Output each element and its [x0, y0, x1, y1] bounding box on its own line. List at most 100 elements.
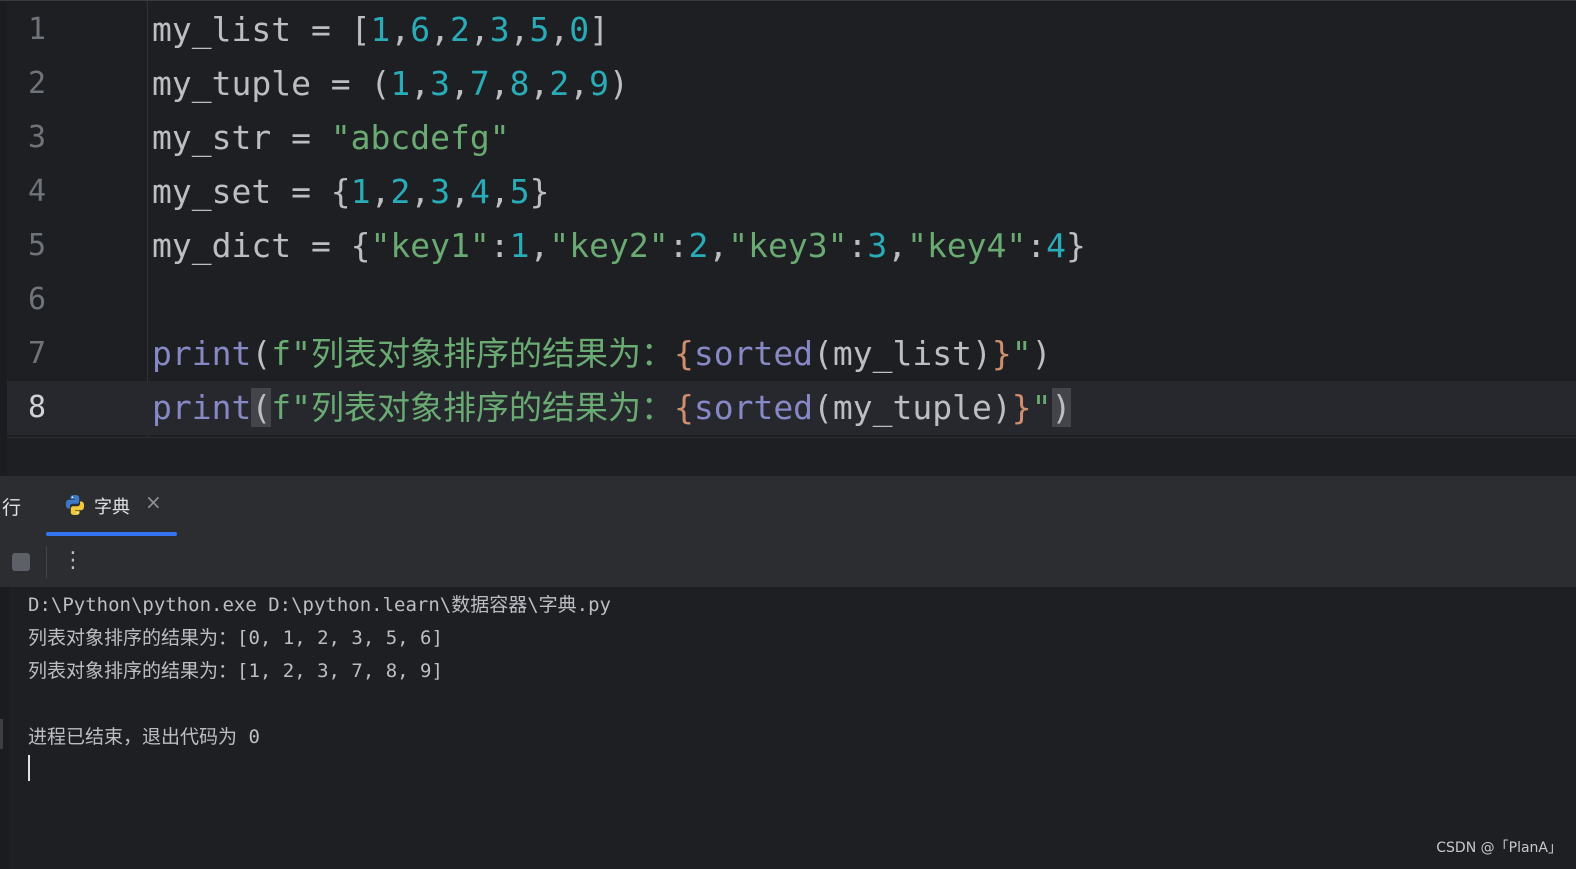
code-token: : — [1026, 226, 1047, 265]
code-token: , — [430, 10, 451, 49]
code-token: 6 — [410, 10, 431, 49]
console-line: D:\Python\python.exe D:\python.learn\数据容… — [28, 594, 611, 616]
code-line[interactable]: 3 my_str = "abcdefg" — [7, 111, 1576, 165]
code-token: } — [1066, 226, 1086, 265]
code-token: 3 — [430, 172, 451, 211]
code-token: , — [569, 64, 590, 103]
code-token: ) — [609, 64, 629, 103]
code-token: 1 — [509, 226, 530, 265]
close-icon[interactable]: × — [145, 490, 162, 514]
code-token: { — [673, 334, 694, 373]
code-token: 7 — [469, 64, 490, 103]
code-token: (my_list) — [813, 334, 992, 373]
code-token: , — [390, 10, 411, 49]
code-text: my_str = "abcdefg" — [152, 111, 510, 165]
line-number: 1 — [27, 12, 47, 47]
line-number: 2 — [27, 66, 47, 101]
code-token: 2 — [549, 64, 570, 103]
code-token: , — [489, 172, 510, 211]
text-caret — [28, 755, 30, 781]
code-token: , — [410, 64, 431, 103]
code-token: 1 — [350, 172, 371, 211]
console-left-strip — [0, 587, 9, 869]
code-token: , — [469, 10, 490, 49]
code-token: "key2" — [549, 226, 669, 265]
code-token: 3 — [489, 10, 510, 49]
code-token: print — [152, 388, 252, 427]
more-options-icon[interactable]: ⋮ — [62, 544, 84, 578]
code-token: "key3" — [728, 226, 848, 265]
code-token: , — [410, 172, 431, 211]
tab-label: 字典 — [94, 497, 130, 518]
code-token: "key4" — [907, 226, 1027, 265]
code-token: ( — [251, 334, 272, 373]
code-token: , — [708, 226, 729, 265]
code-token: my_set = { — [152, 172, 351, 211]
line-number: 7 — [27, 336, 47, 371]
code-line[interactable]: 4 my_set = {1,2,3,4,5} — [7, 165, 1576, 219]
code-token: sorted — [693, 334, 814, 373]
editor-bottom-divider — [7, 437, 1576, 438]
code-token: 0 — [569, 10, 590, 49]
code-token: ) — [1031, 334, 1052, 373]
code-token: } — [1011, 388, 1032, 427]
console-line: 进程已结束，退出代码为 0 — [28, 726, 260, 748]
code-line[interactable]: 6 — [7, 273, 1576, 327]
code-token: 3 — [867, 226, 888, 265]
line-number: 4 — [27, 174, 47, 209]
code-token: , — [370, 172, 391, 211]
code-token: , — [489, 64, 510, 103]
run-tool-window: 行 字典 × ⋮ D:\Python\python.exe D:\python.… — [0, 476, 1576, 869]
code-token: ] — [589, 10, 610, 49]
code-token: 8 — [509, 64, 530, 103]
code-line[interactable]: 8 print(f"列表对象排序的结果为：{sorted(my_tuple)}") — [7, 381, 1576, 435]
tab-zidian[interactable]: 字典 × — [46, 476, 177, 536]
editor-left-strip — [0, 1, 7, 477]
code-token: " — [1011, 334, 1032, 373]
code-line[interactable]: 7 print(f"列表对象排序的结果为：{sorted(my_list)}") — [7, 327, 1576, 381]
line-number: 6 — [27, 282, 47, 317]
code-token: 4 — [1046, 226, 1067, 265]
code-token: , — [529, 226, 550, 265]
code-token: my_dict = { — [152, 226, 371, 265]
code-token: 5 — [509, 172, 530, 211]
scroll-marker — [0, 719, 3, 749]
code-token: sorted — [693, 388, 814, 427]
console-line: 列表对象排序的结果为：[1, 2, 3, 7, 8, 9] — [28, 660, 443, 682]
code-token: , — [450, 172, 470, 211]
code-token: 9 — [589, 64, 610, 103]
console-line: 列表对象排序的结果为：[0, 1, 2, 3, 5, 6] — [28, 627, 443, 649]
code-token: , — [529, 64, 550, 103]
code-token: , — [450, 64, 470, 103]
code-token: 2 — [688, 226, 709, 265]
code-editor[interactable]: 1 my_list = [1,6,2,3,5,0] 2 my_tuple = (1,3… — [0, 0, 1576, 477]
code-token: : — [668, 226, 689, 265]
code-text: my_dict = {"key1":1,"key2":2,"key3":3,"k… — [152, 219, 1086, 273]
console-output[interactable]: D:\Python\python.exe D:\python.learn\数据容… — [0, 587, 1576, 869]
code-token: 1 — [390, 64, 411, 103]
code-token: my_list = [ — [152, 10, 371, 49]
stop-button[interactable] — [12, 553, 30, 571]
run-tab-bar: 行 字典 × — [0, 476, 1576, 537]
code-token: my_tuple = ( — [152, 64, 391, 103]
run-label: 行 — [2, 497, 22, 519]
code-token: ) — [1051, 388, 1072, 427]
code-token: " — [1031, 388, 1052, 427]
code-text: my_set = {1,2,3,4,5} — [152, 165, 549, 219]
code-line[interactable]: 2 my_tuple = (1,3,7,8,2,9) — [7, 57, 1576, 111]
code-token: } — [991, 334, 1012, 373]
code-token: "key1" — [370, 226, 490, 265]
code-token: (my_tuple) — [813, 388, 1012, 427]
code-line[interactable]: 5 my_dict = {"key1":1,"key2":2,"key3":3,"… — [7, 219, 1576, 273]
code-token: 2 — [390, 172, 411, 211]
code-line[interactable]: 1 my_list = [1,6,2,3,5,0] — [7, 3, 1576, 57]
code-token: "abcdefg" — [330, 118, 510, 157]
run-toolbar: ⋮ — [0, 536, 1576, 587]
line-number: 5 — [27, 228, 47, 263]
code-token: f"列表对象排序的结果为： — [271, 334, 674, 373]
code-text: print(f"列表对象排序的结果为：{sorted(my_list)}") — [152, 327, 1052, 381]
code-token: print — [152, 334, 252, 373]
code-token: , — [509, 10, 530, 49]
toolbar-separator — [46, 546, 47, 578]
code-token: 4 — [469, 172, 490, 211]
